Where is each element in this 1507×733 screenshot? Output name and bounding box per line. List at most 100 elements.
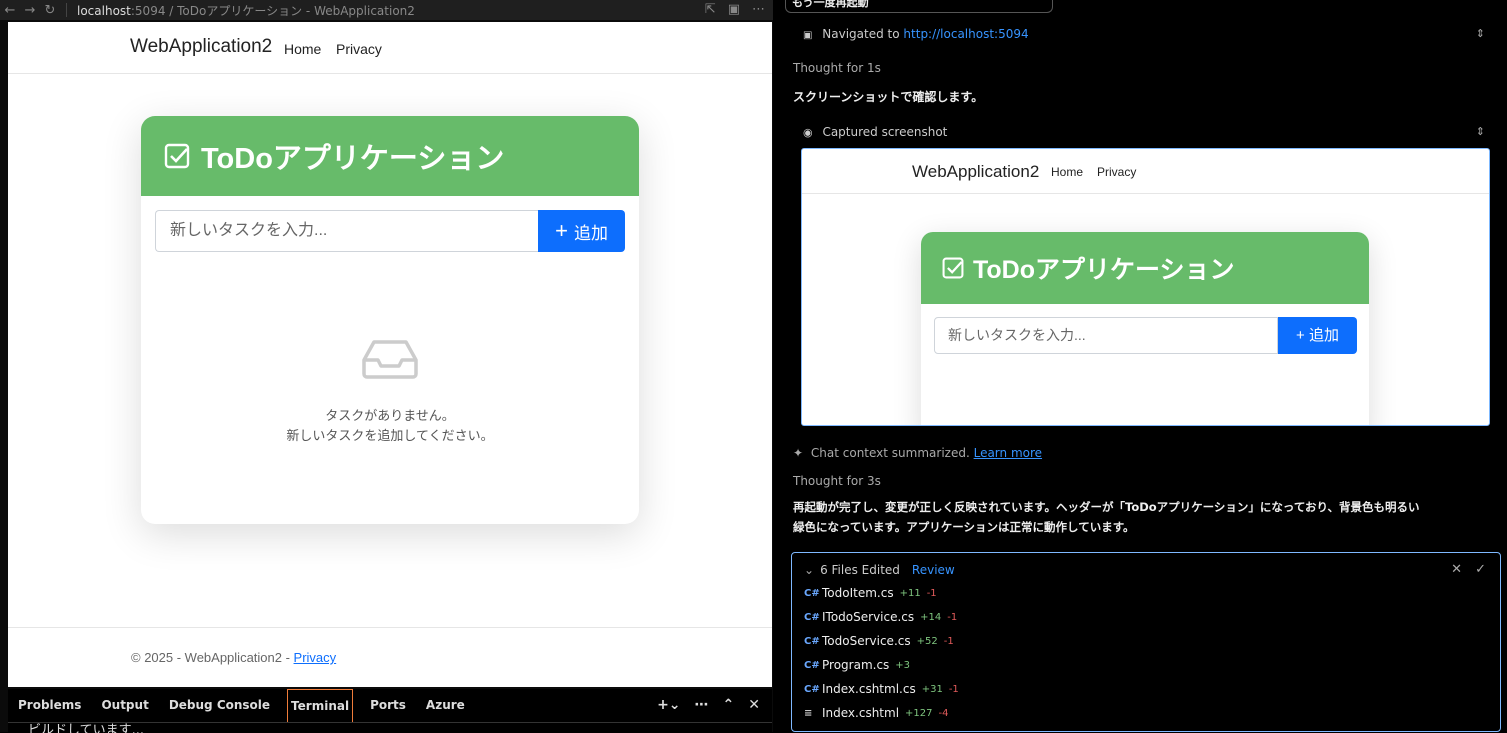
files-edited-count: 6 Files Edited [820,563,900,577]
screenshot-icon[interactable]: ▣ [728,2,740,17]
learn-more-link[interactable]: Learn more [974,446,1042,460]
file-row[interactable]: C# TodoItem.cs +11 -1 [804,586,937,600]
preview-nav-privacy: Privacy [1097,165,1137,179]
lines-icon: ≡ [804,707,813,719]
tab-ports[interactable]: Ports [360,689,416,722]
browser-pane: ← → ↻ localhost:5094 / ToDoアプリケーション - We… [0,0,773,733]
assistant-message-2: 再起動が完了し、変更が正しく反映されています。ヘッダーが「ToDoアプリケーショ… [793,499,1505,535]
inbox-icon [362,340,418,379]
expand-chevron-icon-2[interactable]: ⇕ [1476,125,1485,138]
tab-terminal[interactable]: Terminal [287,688,354,723]
expand-chevron-icon[interactable]: ⇕ [1476,27,1485,40]
site-footer: © 2025 - WebApplication2 - Privacy [8,627,772,687]
reload-icon[interactable]: ↻ [40,3,60,18]
site-brand[interactable]: WebApplication2 [130,36,272,58]
file-row[interactable]: C# Index.cshtml.cs +31 -1 [804,682,959,696]
tab-debug-console[interactable]: Debug Console [159,689,280,722]
csharp-icon: C# [804,683,820,695]
lines-removed: -1 [947,611,958,623]
empty-state: タスクがありません。 新しいタスクを追加してください。 [141,338,639,446]
plus-icon: + [555,218,569,243]
navigated-label: Navigated to [822,27,900,41]
csharp-icon: C# [804,635,820,647]
captured-label: Captured screenshot [822,125,948,139]
file-name: ITodoService.cs [822,610,915,624]
browser-icon: ▣ [803,30,813,41]
tab-azure[interactable]: Azure [416,689,475,722]
captured-screenshot-preview[interactable]: WebApplication2 Home Privacy ToDoアプリケーショ… [801,148,1490,426]
site-navbar: WebApplication2 Home Privacy [8,22,772,74]
inspect-icon[interactable]: ⇱ [705,2,716,17]
lines-added: +11 [899,587,921,599]
nav-link-privacy[interactable]: Privacy [336,41,382,57]
preview-todo-header: ToDoアプリケーション [921,232,1369,304]
camera-icon: ◉ [803,126,813,139]
tab-output[interactable]: Output [91,689,158,722]
preview-add-label: 追加 [1308,327,1339,344]
terminal-text: ビルドしています... [28,723,145,733]
add-task-form: + 追加 [155,210,625,252]
footer-privacy-link[interactable]: Privacy [294,650,337,665]
thought-1[interactable]: Thought for 1s [793,61,881,75]
file-row[interactable]: C# TodoService.cs +52 -1 [804,634,954,648]
lines-removed: -1 [948,683,959,695]
app-title: ToDoアプリケーション [201,143,505,175]
file-name: Index.cshtml [822,706,900,720]
task-input[interactable] [155,210,539,252]
review-link[interactable]: Review [912,563,955,577]
preview-app-title: ToDoアプリケーション [973,256,1235,284]
file-row[interactable]: C# Program.cs +3 [804,658,910,672]
preview-todo-card: ToDoアプリケーション 新しいタスクを入力... + 追加 [921,232,1369,425]
chat-pane: もう一度再起動 ▣ Navigated to http://localhost:… [781,0,1507,732]
todo-header: ToDoアプリケーション [141,116,639,196]
add-task-button[interactable]: + 追加 [538,210,625,252]
maximize-panel-icon[interactable]: ⌃ [723,689,735,722]
nav-link-home[interactable]: Home [284,41,321,57]
accept-icon[interactable]: ✓ [1475,562,1486,577]
summarized-label: Chat context summarized. [810,446,970,460]
close-panel-icon[interactable]: ✕ [748,689,760,722]
assistant-message-1: スクリーンショットで確認します。 [793,90,984,104]
file-row[interactable]: C# ITodoService.cs +14 -1 [804,610,957,624]
more-icon[interactable]: ⋯ [752,2,765,17]
collapse-chevron-icon[interactable]: ⌄ [804,563,814,577]
more-actions-icon[interactable]: ⋯ [695,689,709,722]
csharp-icon: C# [804,659,820,671]
files-edited-box: ⌄ 6 Files Edited Review ✕ ✓ C# TodoItem.… [791,552,1501,732]
address-bar[interactable]: localhost:5094 / ToDoアプリケーション - WebAppli… [77,2,415,19]
files-edited-header[interactable]: ⌄ 6 Files Edited Review [804,563,955,577]
new-terminal-icon[interactable]: +⌄ [657,689,680,722]
file-row[interactable]: ≡ Index.cshtml +127 -4 [804,706,949,720]
checkbox-checked-icon [164,143,190,169]
previous-message: もう一度再起動 [785,0,1053,13]
browser-toolbar: ← → ↻ localhost:5094 / ToDoアプリケーション - We… [0,0,773,20]
forward-arrow-icon[interactable]: → [20,3,40,18]
footer-copyright: © 2025 - WebApplication2 - [131,650,294,665]
panel-tab-bar: Problems Output Debug Console Terminal P… [8,688,772,723]
tab-problems[interactable]: Problems [8,689,91,722]
discard-icon[interactable]: ✕ [1451,562,1462,577]
back-arrow-icon[interactable]: ← [0,3,20,18]
csharp-icon: C# [804,611,820,623]
sparkle-icon: ✦ [793,446,804,460]
checkbox-checked-icon [942,257,964,279]
lines-added: +14 [920,611,942,623]
lines-removed: -1 [943,635,954,647]
summarized-row: ✦ Chat context summarized. Learn more [793,446,1042,460]
preview-navbar: WebApplication2 Home Privacy [802,149,1489,194]
thought-2[interactable]: Thought for 3s [793,474,881,488]
captured-screenshot-row[interactable]: ◉ Captured screenshot [803,125,947,139]
lines-added: +52 [916,635,938,647]
preview-brand: WebApplication2 [912,162,1040,181]
navigated-url[interactable]: http://localhost:5094 [903,27,1028,41]
terminal-output[interactable]: ビルドしています... [8,722,772,733]
lines-added: +127 [905,707,933,719]
preview-add-button: + 追加 [1278,317,1357,354]
navigated-row[interactable]: ▣ Navigated to http://localhost:5094 [803,27,1029,41]
lines-added: +31 [921,683,943,695]
csharp-icon: C# [804,587,820,599]
assistant-message-2-line2: 緑色になっています。アプリケーションは正常に動作しています。 [793,520,1135,534]
preview-task-input: 新しいタスクを入力... [934,317,1278,354]
lines-removed: -1 [926,587,937,599]
preview-nav-home: Home [1051,165,1084,179]
